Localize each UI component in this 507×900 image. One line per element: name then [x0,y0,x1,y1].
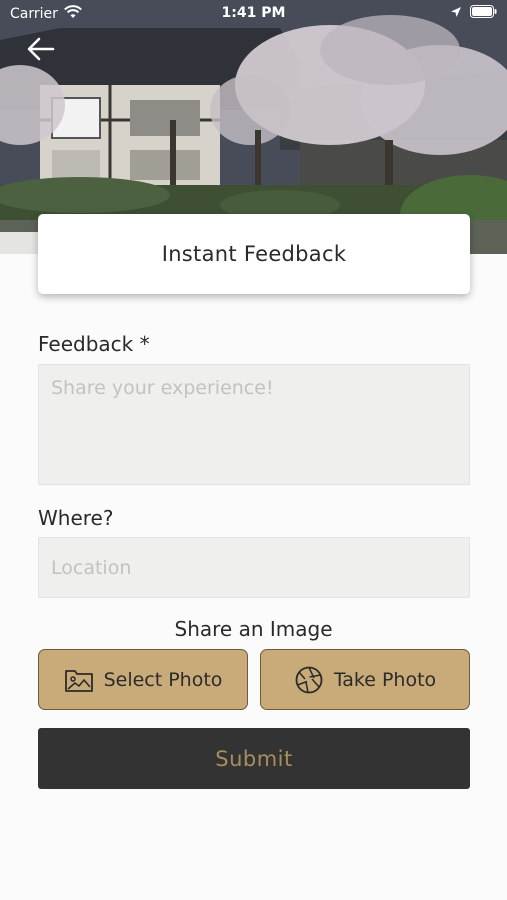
status-time: 1:41 PM [221,5,286,21]
take-photo-label: Take Photo [333,668,437,691]
title-card: Instant Feedback [38,214,470,294]
share-image-title: Share an Image [174,617,333,641]
feedback-textarea[interactable] [38,364,470,485]
status-right-group [450,5,497,22]
image-folder-icon [64,667,94,693]
back-arrow-icon [27,37,55,65]
back-button[interactable] [24,36,58,66]
submit-button[interactable]: Submit [38,728,470,789]
location-input[interactable] [38,537,470,598]
feedback-label: Feedback * [38,332,150,356]
submit-label: Submit [215,746,293,771]
battery-icon [470,5,497,22]
page-title: Instant Feedback [161,242,347,266]
status-bar: Carrier 1:41 PM [0,0,507,28]
select-photo-button[interactable]: Select Photo [38,649,248,710]
select-photo-label: Select Photo [103,668,223,691]
camera-aperture-icon [294,665,324,695]
where-label: Where? [38,506,114,530]
location-arrow-icon [450,6,462,22]
take-photo-button[interactable]: Take Photo [260,649,470,710]
